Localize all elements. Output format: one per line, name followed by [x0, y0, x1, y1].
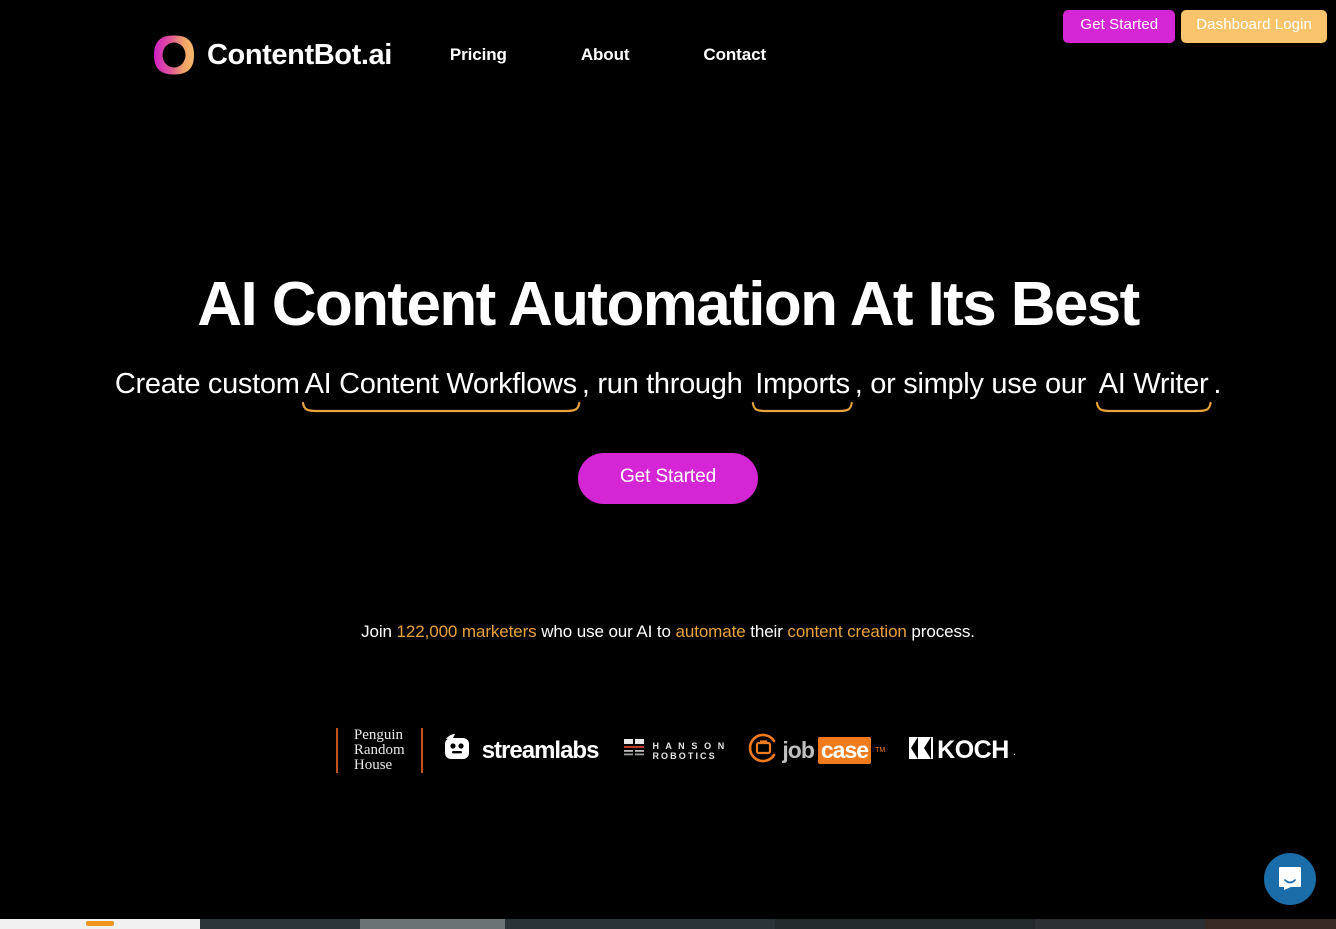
highlight-imports-label: Imports [755, 368, 850, 400]
koch-wordmark-suffix: . [1012, 743, 1017, 758]
jobcase-trademark: TM [875, 747, 886, 754]
streamlabs-wordmark: streamlabs [481, 736, 600, 764]
nav-item-about[interactable]: About [581, 37, 630, 73]
swoosh-underline-icon [751, 401, 853, 413]
landing-page: Get Started Dashboard Login ContentBot.a… [0, 0, 1336, 929]
penguin-line-2: Random [353, 742, 405, 758]
penguin-line-3: House [353, 757, 393, 773]
social-proof-mid2: their [745, 622, 788, 641]
hanson-line-2: ROBOTICS [652, 750, 717, 761]
taskbar-tab[interactable] [1035, 919, 1205, 929]
taskbar-tab[interactable] [200, 919, 360, 929]
nav-item-pricing[interactable]: Pricing [450, 37, 507, 73]
social-proof-text: Join 122,000 marketers who use our AI to… [0, 622, 1336, 642]
main-nav: Pricing About Contact [450, 37, 840, 73]
client-logo-hanson-robotics: H A N S O N ROBOTICS [624, 738, 726, 763]
hanson-line-1: H A N S O N [652, 740, 727, 751]
dashboard-login-button[interactable]: Dashboard Login [1181, 10, 1327, 43]
jobcase-wordmark-job: job [782, 737, 814, 763]
streamlabs-mark-icon [439, 733, 473, 768]
get-started-cta-button[interactable]: Get Started [577, 453, 759, 504]
hanson-wordmark: H A N S O N ROBOTICS [652, 741, 726, 761]
client-logo-strip: Penguin Random House streamlabs H A N S … [0, 728, 1336, 773]
nav-item-contact[interactable]: Contact [703, 37, 766, 73]
highlight-imports[interactable]: Imports [750, 368, 855, 413]
client-logo-jobcase: job case TM [748, 733, 885, 768]
highlight-ai-writer[interactable]: AI Writer [1094, 368, 1214, 413]
social-proof-mid1: who use our AI to [536, 622, 676, 641]
os-taskbar [0, 919, 1336, 929]
client-logo-penguin-random-house: Penguin Random House [354, 728, 405, 773]
taskbar-tab[interactable] [775, 919, 1035, 929]
get-started-header-button[interactable]: Get Started [1063, 10, 1176, 43]
penguin-line-1: Penguin [353, 727, 404, 743]
auth-button-group: Get Started Dashboard Login [1063, 10, 1327, 43]
social-proof-noun: content creation [787, 622, 907, 641]
hero-sub-part3: , or simply use our [854, 368, 1094, 400]
logo-divider [420, 728, 423, 773]
hero-sub-part2: , run through [581, 368, 751, 400]
hero-sub-part1: Create custom [114, 368, 300, 400]
jobcase-mark-icon [748, 733, 778, 768]
koch-mark-icon [909, 737, 934, 764]
page-title: AI Content Automation At Its Best [197, 270, 1140, 339]
brand-name-text: ContentBot.ai [207, 38, 392, 71]
jobcase-wordmark-case: case [817, 737, 872, 764]
koch-wordmark: KOCH [937, 736, 1009, 764]
hanson-mark-icon [624, 738, 646, 763]
highlight-ai-content-workflows-label: AI Content Workflows [304, 368, 578, 400]
taskbar-favicon-icon [86, 921, 114, 926]
swoosh-underline-icon [1095, 401, 1212, 413]
social-proof-verb: automate [675, 622, 746, 641]
hero-cta-wrapper: Get Started [0, 453, 1336, 504]
ring-gradient-logo-icon [150, 33, 198, 77]
social-proof-tail: process. [906, 622, 975, 641]
social-proof-count: 122,000 marketers [396, 622, 537, 641]
swoosh-underline-icon [301, 401, 580, 413]
taskbar-tab[interactable] [505, 919, 775, 929]
client-logo-koch: KOCH. [909, 736, 1016, 765]
taskbar-active-tab[interactable] [0, 919, 200, 929]
taskbar-tab[interactable] [360, 919, 505, 929]
hero-sub-part4: . [1213, 368, 1222, 400]
chat-bubble-icon [1277, 865, 1303, 894]
taskbar-tab[interactable] [1205, 919, 1336, 929]
client-logo-streamlabs: streamlabs [439, 733, 599, 768]
chat-launcher-button[interactable] [1264, 853, 1316, 905]
hero-subtitle: Create custom AI Content Workflows, run t… [0, 368, 1336, 413]
social-proof-lead: Join [361, 622, 397, 641]
logo-divider [335, 728, 338, 773]
brand-logo-link[interactable]: ContentBot.ai [150, 33, 392, 77]
highlight-ai-writer-label: AI Writer [1098, 368, 1209, 400]
highlight-ai-content-workflows[interactable]: AI Content Workflows [300, 368, 582, 413]
